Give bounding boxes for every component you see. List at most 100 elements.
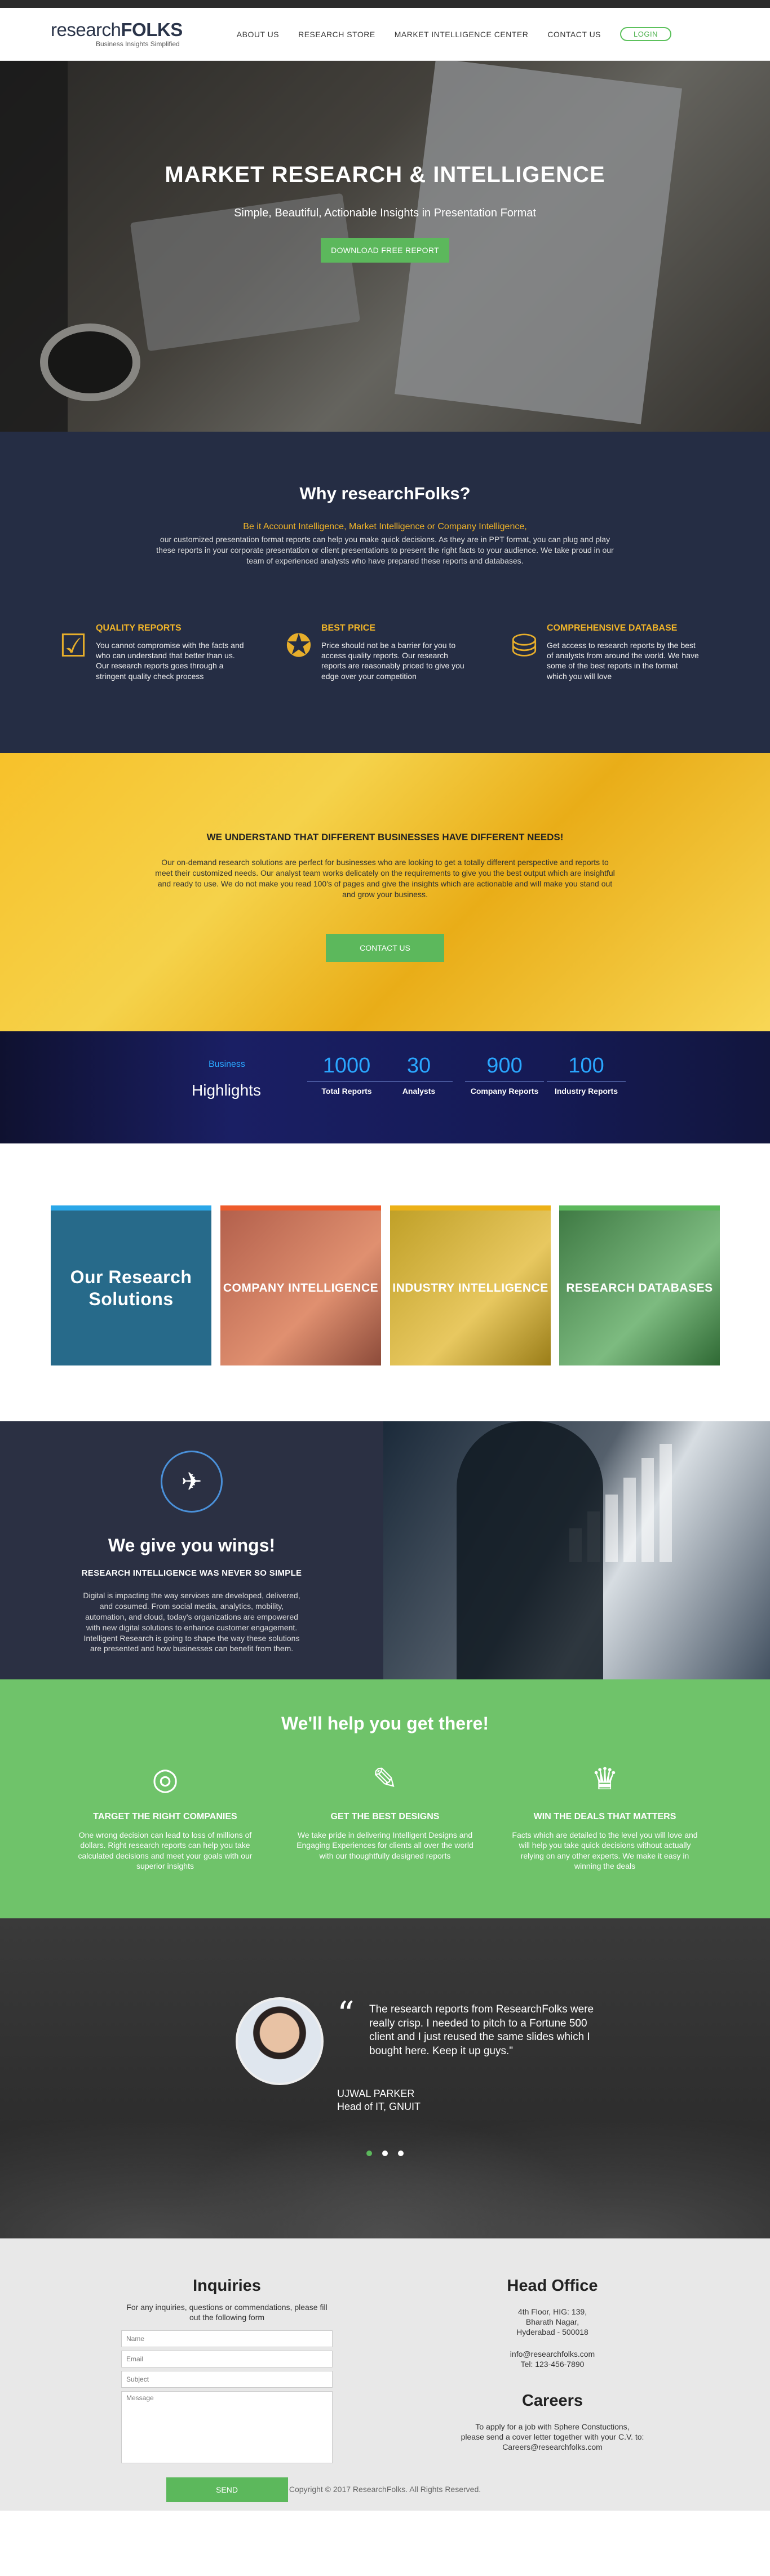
- carousel-dots: [366, 2151, 404, 2156]
- contact-section: Inquiries For any inquiries, questions o…: [0, 2238, 770, 2511]
- carousel-dot[interactable]: [382, 2151, 388, 2156]
- logo-bold: FOLKS: [121, 19, 183, 40]
- testimonial-name: UJWAL PARKER: [337, 2088, 415, 2099]
- stat-total-reports: 1000 Total Reports: [307, 1054, 386, 1096]
- certificate-check-icon: ☑: [59, 628, 88, 663]
- feature-title: BEST PRICE: [321, 623, 376, 633]
- hero-section: MARKET RESEARCH & INTELLIGENCE Simple, B…: [0, 61, 770, 432]
- main-nav: ABOUT US RESEARCH STORE MARKET INTELLIGE…: [237, 27, 671, 41]
- businessman-chart-image: [383, 1421, 770, 1679]
- why-description: our customized presentation format repor…: [156, 535, 614, 565]
- stat-divider: [547, 1081, 626, 1082]
- target-icon: ◎: [152, 1762, 179, 1796]
- office-email[interactable]: info@researchfolks.com: [451, 2349, 654, 2359]
- wings-subtitle: RESEARCH INTELLIGENCE WAS NEVER SO SIMPL…: [81, 1568, 302, 1578]
- research-solutions-section: Our Research Solutions COMPANY INTELLIGE…: [0, 1143, 770, 1421]
- why-highlight: Be it Account Intelligence, Market Intel…: [243, 522, 527, 531]
- highlights-label-big: Highlights: [192, 1081, 261, 1099]
- industry-intelligence-tile[interactable]: INDUSTRY INTELLIGENCE: [390, 1205, 551, 1365]
- address-line: 4th Floor, HIG: 139,: [517, 2307, 587, 2316]
- inquiries-text: For any inquiries, questions or commenda…: [126, 2303, 328, 2322]
- stat-analysts: 30 Analysts: [385, 1054, 453, 1096]
- help-section: We'll help you get there! ◎ TARGET THE R…: [0, 1679, 770, 1918]
- help-col-text: One wrong decision can lead to loss of m…: [78, 1830, 253, 1870]
- different-needs-section: WE UNDERSTAND THAT DIFFERENT BUSINESSES …: [0, 753, 770, 1031]
- contact-us-button[interactable]: CONTACT US: [326, 933, 444, 962]
- feature-text: Price should not be a barrier for you to…: [321, 641, 464, 681]
- feature-text: You cannot compromise with the facts and…: [96, 641, 244, 681]
- help-col-title: TARGET THE RIGHT COMPANIES: [93, 1812, 237, 1821]
- logo-text: researchFOLKS: [51, 20, 183, 39]
- avatar: [236, 1997, 324, 2085]
- help-col-text: We take pride in delivering Intelligent …: [297, 1830, 473, 1860]
- email-field[interactable]: [121, 2351, 333, 2368]
- stat-label: Industry Reports: [554, 1087, 618, 1096]
- name-field[interactable]: [121, 2330, 333, 2348]
- office-phone: Tel: 123-456-7890: [520, 2359, 585, 2369]
- download-free-report-button[interactable]: DOWNLOAD FREE REPORT: [321, 238, 449, 263]
- nav-research-store[interactable]: RESEARCH STORE: [298, 30, 375, 39]
- hero-title: MARKET RESEARCH & INTELLIGENCE: [165, 162, 605, 187]
- inquiries-form: Inquiries For any inquiries, questions o…: [121, 2277, 333, 2503]
- help-col-text: Facts which are detailed to the level yo…: [512, 1830, 698, 1870]
- database-search-icon: ⛁: [511, 628, 538, 663]
- stat-company-reports: 900 Company Reports: [465, 1054, 544, 1096]
- careers-line: To apply for a job with Sphere Constucti…: [475, 2422, 630, 2431]
- feature-text: Get access to research reports by the be…: [547, 641, 699, 681]
- feature-title: COMPREHENSIVE DATABASE: [547, 623, 678, 633]
- help-col-deals: ♛ WIN THE DEALS THAT MATTERS Facts which…: [512, 1759, 698, 1871]
- why-section: Why researchFolks? Be it Account Intelli…: [0, 432, 770, 753]
- help-col-target: ◎ TARGET THE RIGHT COMPANIES One wrong d…: [72, 1759, 258, 1871]
- stat-value: 100: [568, 1054, 604, 1078]
- why-title: Why researchFolks?: [299, 484, 471, 503]
- site-header: researchFOLKS Business Insights Simplifi…: [0, 8, 770, 61]
- help-col-designs: ✎ GET THE BEST DESIGNS We take pride in …: [292, 1759, 478, 1871]
- feature-title: QUALITY REPORTS: [96, 623, 182, 633]
- testimonial-section: “ The research reports from ResearchFolk…: [0, 1918, 770, 2238]
- stat-value: 1000: [322, 1054, 371, 1078]
- feature-quality-reports: ☑ QUALITY REPORTS You cannot compromise …: [51, 623, 276, 681]
- trophy-icon: ♛: [591, 1762, 619, 1796]
- logo-tagline: Business Insights Simplified: [96, 40, 180, 48]
- different-needs-title: WE UNDERSTAND THAT DIFFERENT BUSINESSES …: [206, 832, 564, 843]
- research-databases-tile[interactable]: RESEARCH DATABASES: [559, 1205, 720, 1365]
- businessman-silhouette: [457, 1421, 603, 1679]
- feature-comprehensive-database: ⛁ COMPREHENSIVE DATABASE Get access to r…: [502, 623, 727, 681]
- help-title: We'll help you get there!: [281, 1713, 489, 1733]
- head-office-title: Head Office: [507, 2277, 598, 2295]
- wings-title: We give you wings!: [108, 1535, 276, 1555]
- message-field[interactable]: [121, 2391, 333, 2464]
- address-line: Hyderabad - 500018: [516, 2327, 588, 2337]
- nav-contact-us[interactable]: CONTACT US: [547, 30, 601, 39]
- stat-value: 900: [486, 1054, 523, 1078]
- solutions-title-tile: Our Research Solutions: [51, 1205, 211, 1365]
- nav-market-intelligence-center[interactable]: MARKET INTELLIGENCE CENTER: [395, 30, 529, 39]
- wings-section: ✈ We give you wings! RESEARCH INTELLIGEN…: [0, 1421, 770, 1679]
- carousel-dot[interactable]: [366, 2151, 372, 2156]
- carousel-dot[interactable]: [398, 2151, 404, 2156]
- help-col-title: WIN THE DEALS THAT MATTERS: [533, 1812, 676, 1821]
- inquiries-title: Inquiries: [193, 2277, 261, 2295]
- copyright: Copyright © 2017 ResearchFolks. All Righ…: [289, 2485, 481, 2494]
- subject-field[interactable]: [121, 2371, 333, 2388]
- logo[interactable]: researchFOLKS Business Insights Simplifi…: [51, 20, 183, 48]
- testimonial-author: UJWAL PARKER Head of IT, GNUIT: [337, 2087, 421, 2114]
- business-highlights-section: Business Highlights 1000 Total Reports 3…: [0, 1031, 770, 1143]
- login-button[interactable]: LOGIN: [620, 27, 671, 41]
- stat-label: Company Reports: [470, 1087, 539, 1096]
- careers-line: please send a cover letter together with…: [461, 2432, 644, 2442]
- different-needs-text: Our on-demand research solutions are per…: [155, 858, 615, 899]
- quote-icon: “: [337, 1994, 355, 2034]
- careers-email[interactable]: Careers@researchfolks.com: [451, 2442, 654, 2452]
- nav-about-us[interactable]: ABOUT US: [237, 30, 279, 39]
- stat-label: Analysts: [402, 1087, 436, 1096]
- hero-subtitle: Simple, Beautiful, Actionable Insights i…: [234, 207, 536, 219]
- stat-divider: [385, 1081, 453, 1082]
- top-strip: [0, 0, 770, 8]
- design-pencil-icon: ✎: [372, 1762, 398, 1796]
- highlights-label-small: Business: [209, 1059, 245, 1069]
- company-intelligence-tile[interactable]: COMPANY INTELLIGENCE: [220, 1205, 381, 1365]
- stat-divider: [307, 1081, 386, 1082]
- address-line: Bharath Nagar,: [525, 2317, 579, 2327]
- wings-text-panel: ✈ We give you wings! RESEARCH INTELLIGEN…: [0, 1421, 383, 1679]
